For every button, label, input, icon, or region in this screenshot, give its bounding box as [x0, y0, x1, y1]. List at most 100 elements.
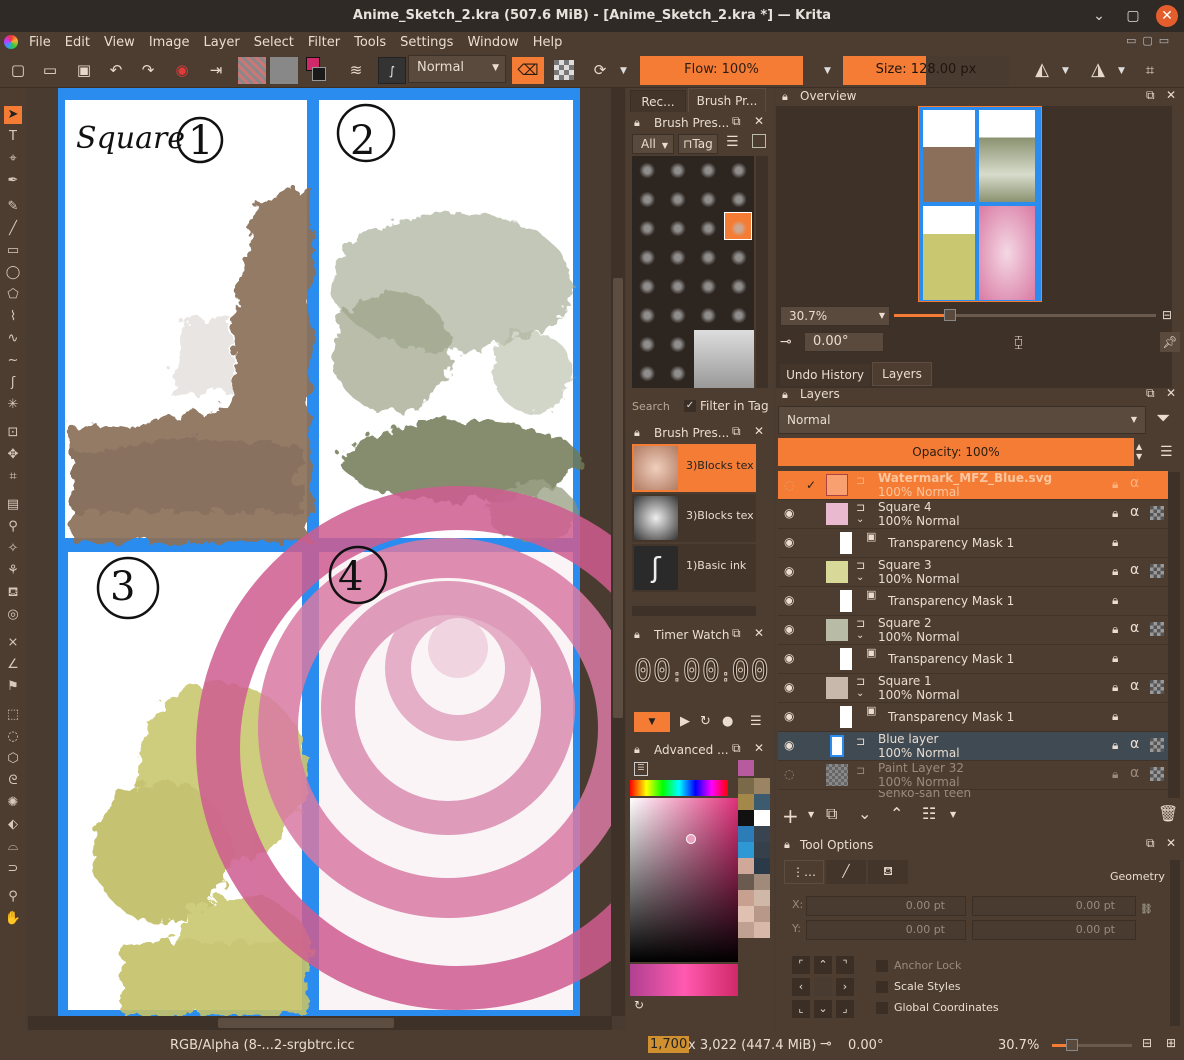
move-layer-up-icon[interactable]: ⌃ [890, 804, 903, 823]
alpha-icon[interactable]: α [1130, 736, 1139, 752]
visibility-icon[interactable]: ◉ [784, 622, 794, 636]
color-swatch[interactable] [738, 890, 754, 906]
rect-select-tool-icon[interactable]: ⬚ [4, 706, 22, 724]
lock-icon[interactable]: 🔒︎ [634, 116, 640, 130]
color-swatch[interactable] [754, 826, 770, 842]
alpha-icon[interactable]: α [1130, 562, 1139, 578]
freehand-path-tool-icon[interactable]: ~ [4, 352, 22, 370]
layers-scrollbar[interactable] [1168, 472, 1180, 798]
brush-history-item[interactable]: ʃ 1)Basic ink [632, 544, 756, 592]
visibility-icon[interactable]: ◉ [784, 535, 794, 549]
anchor-left-icon[interactable]: ‹ [792, 978, 810, 996]
reload-preset-icon[interactable]: ⟳ [588, 58, 612, 82]
freehand-select-tool-icon[interactable]: ᘓ [4, 772, 22, 790]
color-profile[interactable]: RGB/Alpha (8-...2-srgbtrc.icc [170, 1038, 355, 1053]
size-slider[interactable]: Size: 128.00 px [843, 56, 1009, 85]
inherit-alpha-icon[interactable] [1150, 738, 1164, 752]
layer-blend-mode-dropdown[interactable]: Normal ▼ [778, 406, 1146, 434]
menu-image[interactable]: Image [142, 35, 197, 50]
history-scrollbar[interactable] [632, 606, 756, 616]
line-tool-icon[interactable]: ╱ [4, 220, 22, 238]
alpha-icon[interactable]: α [1130, 765, 1139, 781]
rectangle-tool-icon[interactable]: ▭ [4, 242, 22, 260]
text-tool-icon[interactable]: T [4, 128, 22, 146]
lock-icon[interactable]: 🔒︎ [1112, 535, 1118, 550]
gradient-tool-icon[interactable]: ▤ [4, 496, 22, 514]
colorize-mask-tool-icon[interactable]: ⚘ [4, 562, 22, 580]
menu-file[interactable]: File [22, 35, 58, 50]
filter-in-tag-checkbox[interactable]: ✓ [684, 400, 696, 412]
record-dot-icon[interactable]: ● [722, 714, 733, 729]
hue-slider[interactable] [630, 780, 728, 796]
inherit-alpha-icon[interactable] [1150, 622, 1164, 636]
eraser-mode-icon[interactable]: ⌫ [512, 57, 544, 84]
lock-icon[interactable]: 🔒︎ [1112, 680, 1118, 695]
export-icon[interactable]: ⇥ [204, 58, 228, 82]
scrollbar-thumb[interactable] [613, 278, 623, 718]
color-swatch[interactable] [738, 922, 754, 938]
move-layer-down-icon[interactable]: ⌄ [858, 804, 871, 823]
lock-icon[interactable]: 🔒︎ [1112, 506, 1118, 521]
zoom-slider-track[interactable] [950, 314, 1156, 317]
dynamic-brush-tool-icon[interactable]: ʃ [4, 374, 22, 392]
tab-undo-history[interactable]: Undo History [780, 364, 870, 386]
tag-filter-dropdown[interactable]: All ▼ [632, 134, 674, 154]
brush-history-item[interactable]: 3)Blocks tex [632, 494, 756, 542]
close-icon[interactable]: ✕ [1166, 836, 1176, 850]
contiguous-select-tool-icon[interactable]: ✺ [4, 794, 22, 812]
layer-row-watermark[interactable]: ◌ ✓ ⊐ Watermark_MFZ_Blue.svg 100% Normal… [778, 471, 1168, 500]
inherit-alpha-icon[interactable] [1150, 506, 1164, 520]
menu-select[interactable]: Select [247, 35, 301, 50]
delete-layer-icon[interactable]: 🗑︎ [1158, 804, 1178, 823]
inherit-alpha-icon[interactable] [1150, 680, 1164, 694]
polyline-tool-icon[interactable]: ⌇ [4, 308, 22, 326]
fit-view-icon[interactable]: ⊟ [1162, 308, 1172, 322]
brush-tool-icon[interactable]: ✎ [4, 198, 22, 216]
ellipse-tool-icon[interactable]: ◯ [4, 264, 22, 282]
menu-icon[interactable]: ☰ [1160, 444, 1173, 460]
alpha-icon[interactable]: α [1130, 504, 1139, 520]
zoom-slider-handle[interactable] [1066, 1039, 1078, 1051]
lock-icon[interactable]: 🔒︎ [1112, 767, 1118, 782]
reference-tool-icon[interactable]: ⚑ [4, 678, 22, 696]
color-swatch[interactable] [738, 842, 754, 858]
anchor-bottom-icon[interactable]: ⌄ [814, 1000, 832, 1018]
preserve-alpha-icon[interactable] [554, 60, 574, 80]
layer-row-mask[interactable]: ◉ ▣ Transparency Mask 1 🔒︎ [778, 703, 1168, 732]
menu-icon[interactable]: ☰ [750, 714, 762, 729]
duplicate-layer-icon[interactable]: ⧉ [826, 804, 837, 824]
color-swatch[interactable] [754, 778, 770, 794]
measure-tool-icon[interactable]: ∠ [4, 656, 22, 674]
expand-chevron-icon[interactable]: ⌄ [856, 572, 864, 583]
ellipse-select-tool-icon[interactable]: ◌ [4, 728, 22, 746]
lock-icon[interactable]: 🔒︎ [634, 743, 640, 757]
color-swatch[interactable] [738, 810, 754, 826]
alpha-icon[interactable]: α [1130, 620, 1139, 636]
close-icon[interactable]: ✕ [754, 741, 764, 755]
refresh-icon[interactable]: ↻ [634, 998, 644, 1012]
menu-tools[interactable]: Tools [347, 35, 393, 50]
smart-patch-tool-icon[interactable]: ✧ [4, 540, 22, 558]
assistant-tool-icon[interactable]: ⨯ [4, 634, 22, 652]
float-icon[interactable]: ⧉ [732, 114, 741, 129]
lock-icon[interactable]: 🔒︎ [1112, 651, 1118, 666]
color-swatch[interactable] [738, 874, 754, 890]
color-settings-icon[interactable]: ☰ [634, 762, 648, 776]
chevron-down-icon[interactable]: ▼ [824, 66, 831, 76]
float-icon[interactable]: ⧉ [1146, 88, 1155, 103]
lock-icon[interactable]: 🔒︎ [634, 426, 640, 440]
close-icon[interactable]: ✕ [754, 114, 764, 128]
tab-fill-icon[interactable]: ⛾ [868, 860, 908, 884]
layer-row-mask[interactable]: ◉ ▣ Transparency Mask 1 🔒︎ [778, 645, 1168, 674]
float-icon[interactable]: ⧉ [732, 626, 741, 641]
close-icon[interactable]: ✕ [1166, 386, 1176, 400]
rotation-input[interactable]: 0.00° [804, 332, 884, 352]
color-swatch[interactable] [754, 858, 770, 874]
maximize-icon[interactable]: ▢ [1122, 5, 1144, 27]
fullscreen-icon[interactable]: ⊞ [1166, 1036, 1176, 1050]
link-ratio-icon[interactable]: ⛓ [1140, 904, 1153, 915]
tab-geometry-icon[interactable]: ⋮… [784, 860, 824, 884]
menu-settings[interactable]: Settings [393, 35, 460, 50]
layer-row-senko[interactable]: Senko-san teen [778, 790, 1168, 800]
float-icon[interactable]: ⧉ [732, 741, 741, 756]
